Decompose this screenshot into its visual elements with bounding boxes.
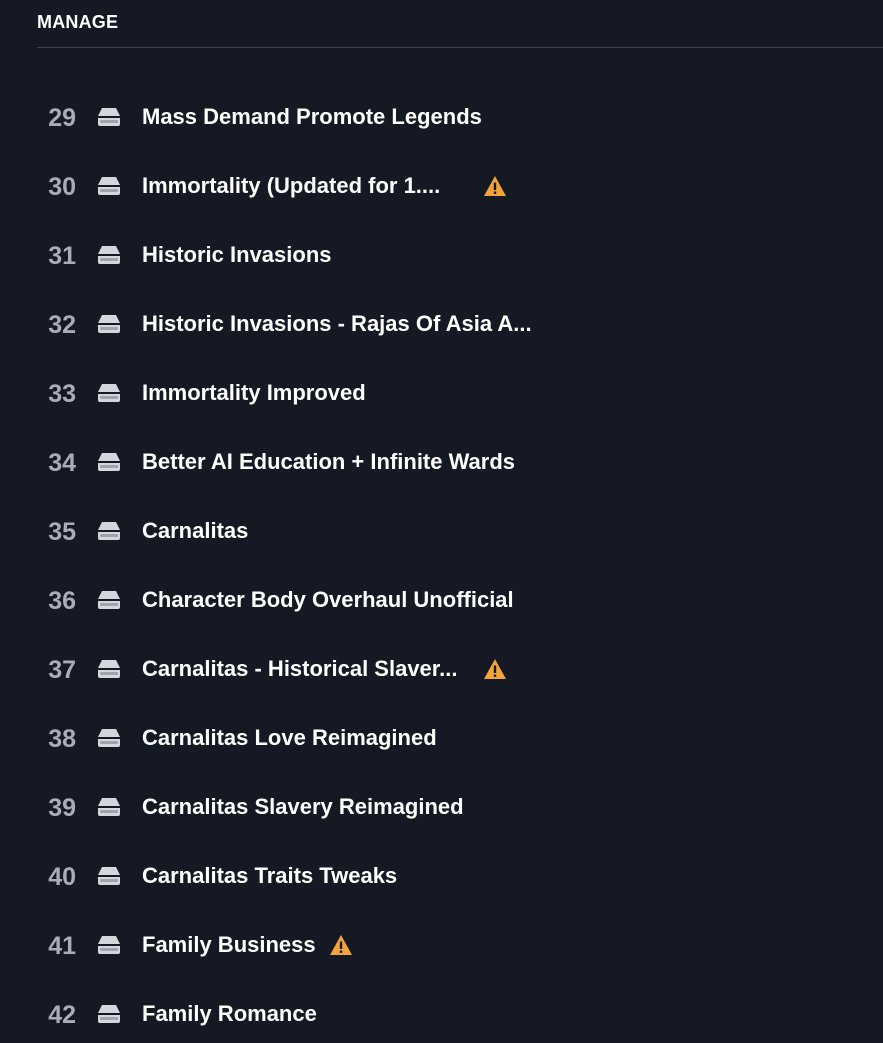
mod-name: Family Business [142, 932, 316, 957]
mod-list-item[interactable]: 30 Immortality (Updated for 1.... [0, 152, 883, 221]
drive-icon [98, 660, 120, 678]
mod-name: Carnalitas - Historical Slaver... [142, 656, 458, 681]
warning-icon[interactable] [329, 934, 353, 956]
mod-index: 29 [48, 104, 76, 132]
mod-list-item[interactable]: 42 Family Romance [0, 980, 883, 1043]
mod-index: 34 [48, 449, 76, 477]
mod-list-item[interactable]: 37 Carnalitas - Historical Slaver... [0, 635, 883, 704]
mod-index: 39 [48, 794, 76, 822]
drive-icon [98, 315, 120, 333]
mod-name: Better AI Education + Infinite Wards [142, 449, 516, 474]
mod-name: Historic Invasions - Rajas Of Asia A... [142, 311, 532, 336]
drive-icon [98, 936, 120, 954]
mod-name: Mass Demand Promote Legends [142, 104, 482, 129]
drive-icon [98, 177, 120, 195]
drive-icon [98, 246, 120, 264]
mod-list-item[interactable]: 40 Carnalitas Traits Tweaks [0, 842, 883, 911]
drive-icon [98, 108, 120, 126]
mod-index: 37 [48, 656, 76, 684]
drive-icon [98, 591, 120, 609]
warning-icon[interactable] [483, 658, 507, 680]
mod-list-item[interactable]: 36 Character Body Overhaul Unofficial [0, 566, 883, 635]
mod-name: Carnalitas Love Reimagined [142, 725, 437, 750]
mod-index: 32 [48, 311, 76, 339]
drive-icon [98, 453, 120, 471]
mod-list-item[interactable]: 38 Carnalitas Love Reimagined [0, 704, 883, 773]
mod-name: Family Romance [142, 1001, 317, 1026]
mod-list-item[interactable]: 39 Carnalitas Slavery Reimagined [0, 773, 883, 842]
mod-index: 30 [48, 173, 76, 201]
mod-index: 36 [48, 587, 76, 615]
drive-icon [98, 384, 120, 402]
mod-index: 33 [48, 380, 76, 408]
mod-index: 31 [48, 242, 76, 270]
drive-icon [98, 1005, 120, 1023]
drive-icon [98, 522, 120, 540]
mod-index: 38 [48, 725, 76, 753]
mod-list-item[interactable]: 32 Historic Invasions - Rajas Of Asia A..… [0, 290, 883, 359]
mod-list-item[interactable]: 29 Mass Demand Promote Legends [0, 83, 883, 152]
mod-name: Historic Invasions [142, 242, 332, 267]
mod-index: 35 [48, 518, 76, 546]
mod-index: 42 [48, 1001, 76, 1029]
mod-index: 41 [48, 932, 76, 960]
mod-name: Carnalitas [142, 518, 249, 543]
mod-name: Immortality (Updated for 1.... [142, 173, 441, 198]
drive-icon [98, 867, 120, 885]
mod-name: Immortality Improved [142, 380, 366, 405]
manage-panel: MANAGE 29 Mass Demand Promote Legends 30 Im… [0, 0, 883, 1043]
mod-list-item[interactable]: 34 Better AI Education + Infinite Wards [0, 428, 883, 497]
mod-name: Carnalitas Traits Tweaks [142, 863, 398, 888]
mod-list-item[interactable]: 41 Family Business [0, 911, 883, 980]
mod-name: Carnalitas Slavery Reimagined [142, 794, 464, 819]
mod-list-item[interactable]: 31 Historic Invasions [0, 221, 883, 290]
header-divider [37, 47, 883, 48]
drive-icon [98, 798, 120, 816]
manage-header: MANAGE [37, 12, 119, 32]
mod-index: 40 [48, 863, 76, 891]
mod-name: Character Body Overhaul Unofficial [142, 587, 514, 612]
mod-list-item[interactable]: 33 Immortality Improved [0, 359, 883, 428]
mod-list: 29 Mass Demand Promote Legends 30 Immortali… [0, 83, 883, 1043]
warning-icon[interactable] [483, 175, 507, 197]
drive-icon [98, 729, 120, 747]
mod-list-item[interactable]: 35 Carnalitas [0, 497, 883, 566]
